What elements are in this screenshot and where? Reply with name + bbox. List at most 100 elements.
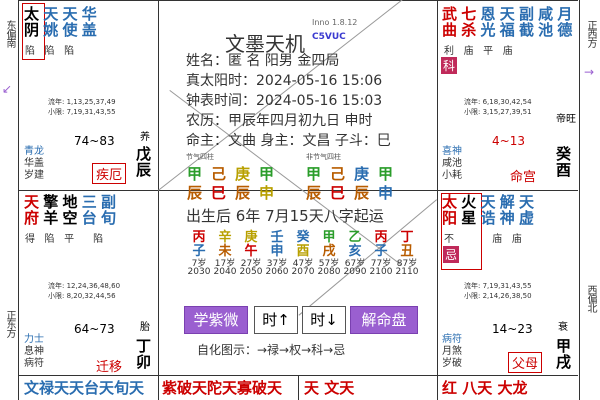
star: 擎羊 — [43, 193, 59, 227]
pillar-branch: 巳 — [330, 184, 346, 202]
minor-limits: 小限: 3,15,27,39,51 — [464, 108, 532, 116]
pillar-stem: 甲 — [378, 165, 394, 183]
age-range: 14~23 — [492, 322, 533, 336]
gods-list: 力士 息神 病符 — [24, 334, 44, 369]
pillar-stem: 甲 — [306, 165, 322, 183]
direction-label: 正东方 — [4, 310, 15, 337]
palace-stem: 戊辰 — [136, 145, 152, 179]
star: 天使 — [62, 5, 78, 39]
star: 副旬 — [100, 193, 116, 227]
gods-list: 病符 月煞 岁破 — [442, 334, 462, 369]
palace-stars-mid-right[interactable]: 太阳 火星 天诰 解神 天虚 — [442, 193, 534, 227]
pillar-branch: 辰 — [187, 184, 203, 202]
palace-stem: 甲戌 — [556, 337, 572, 371]
star: 七杀 — [461, 5, 477, 39]
age-range: 4~13 — [492, 134, 525, 148]
app-version: Inno 1.8.12 — [312, 18, 358, 27]
lunar-line: 农历：甲辰年四月初九日 申时 — [186, 113, 373, 129]
palace-name-ming[interactable]: 命宫 — [510, 166, 536, 185]
hua-badge: 忌 — [443, 246, 460, 263]
legend: 自化图示：→禄→权→科→忌 — [197, 343, 346, 357]
palace-name-fu[interactable]: 父母 — [508, 352, 543, 373]
dayun-year: 2030 — [187, 267, 211, 277]
dayun-year: 2060 — [265, 267, 289, 277]
pillar-stem: 庚 — [354, 165, 370, 183]
dayun-year: 2110 — [395, 267, 419, 277]
pillar-stem: 甲 — [187, 165, 203, 183]
changsheng: 衰 — [558, 322, 568, 333]
pillar-stem: 甲 — [259, 165, 275, 183]
minor-limits: 小限: 2,14,26,38,50 — [464, 292, 532, 300]
clock-time-line: 钟表时间：2024-05-16 15:03 — [186, 93, 383, 109]
star: 天虚 — [518, 193, 534, 227]
divider — [298, 375, 299, 400]
pillar-branch: 辰 — [306, 184, 322, 202]
pillar-stem: 己 — [211, 165, 227, 183]
age-range: 64~73 — [74, 322, 115, 336]
star: 太阳 — [442, 193, 458, 227]
palace-stars-bottom[interactable]: 文禄天天台天旬天 — [24, 380, 144, 396]
direction-label: 正西方 — [585, 20, 596, 47]
pillar-header: 非节气四柱 — [306, 153, 341, 161]
star: 火星 — [461, 193, 477, 227]
star-status: 陷 陷 陷 — [25, 46, 75, 57]
palace-stars-top-right[interactable]: 武曲 七杀 恩光 天福 副截 咸池 月德 — [442, 5, 572, 39]
pillar-stem: 庚 — [235, 165, 251, 183]
dayun-year: 2080 — [317, 267, 341, 277]
star: 咸池 — [538, 5, 554, 39]
star: 太阴 — [24, 5, 40, 39]
star: 天姚 — [43, 5, 59, 39]
dayun-year: 2070 — [291, 267, 315, 277]
star: 副截 — [518, 5, 534, 39]
palace-stars-bottom[interactable]: 紫破天陀天寡破天 — [162, 380, 282, 396]
palace-name-qian[interactable]: 迁移 — [96, 356, 122, 375]
changsheng: 养 — [140, 132, 150, 143]
flow-years: 流年: 6,18,30,42,54 — [464, 98, 532, 106]
minor-limits: 小限: 8,20,32,44,56 — [48, 292, 116, 300]
star-status: 利 庙 平 庙 — [444, 46, 513, 57]
pillar-branch: 辰 — [354, 184, 370, 202]
star: 华盖 — [81, 5, 97, 39]
age-range: 74~83 — [74, 134, 115, 148]
star: 解神 — [499, 193, 515, 227]
gods-list: 喜神 咸池 小耗 — [442, 146, 462, 181]
star: 武曲 — [442, 5, 458, 39]
star: 地空 — [62, 193, 78, 227]
dayun-year: 2040 — [213, 267, 237, 277]
direction-label: 西偏北 — [585, 285, 596, 312]
star-status: 不 庙 庙 — [444, 234, 522, 245]
star: 天诰 — [480, 193, 496, 227]
birth-line: 出生后 6年 7月15天八字起运 — [186, 207, 384, 225]
star: 天府 — [24, 193, 40, 227]
palace-stars-mid-left[interactable]: 天府 擎羊 地空 三台 副旬 — [24, 193, 116, 227]
dayun-year: 2050 — [239, 267, 263, 277]
solar-time-line: 真太阳时：2024-05-16 15:06 — [186, 73, 383, 89]
next-hour-button[interactable]: 时↓ — [302, 306, 346, 334]
pillar-header: 节气四柱 — [186, 153, 214, 161]
star: 天福 — [499, 5, 515, 39]
dayun-year: 2090 — [343, 267, 367, 277]
flow-years: 流年: 12,24,36,48,60 — [48, 282, 121, 290]
divider — [18, 190, 578, 191]
minor-limits: 小限: 7,19,31,43,55 — [48, 108, 116, 116]
learn-button[interactable]: 学紫微 — [184, 306, 248, 334]
hua-badge: 科 — [441, 57, 458, 74]
palace-stem: 丁卯 — [136, 337, 152, 371]
palace-name-jie[interactable]: 疾厄 — [92, 163, 127, 184]
chart-page: 东偏南 正东方 正西方 西偏北 ↙ → 太阴 天姚 天使 华盖 陷 陷 陷 流年… — [0, 0, 600, 400]
chart-code: C5VUC — [312, 32, 346, 42]
dayun-year: 2100 — [369, 267, 393, 277]
pillar-branch: 申 — [378, 184, 394, 202]
palace-stars-bottom[interactable]: 天 文天 — [304, 380, 354, 396]
arrow-right-icon: → — [584, 65, 595, 79]
solve-button[interactable]: 解命盘 — [350, 306, 418, 334]
prev-hour-button[interactable]: 时↑ — [254, 306, 298, 334]
star: 三台 — [81, 193, 97, 227]
palace-stars-bottom[interactable]: 红 八天 大龙 — [442, 380, 527, 396]
palace-stars-top-left[interactable]: 太阴 天姚 天使 华盖 — [24, 5, 97, 39]
ming-line: 命主：文曲 身主：文昌 子斗：巳 — [186, 133, 391, 149]
pillar-branch: 巳 — [211, 184, 227, 202]
divider — [18, 0, 578, 1]
star: 恩光 — [480, 5, 496, 39]
pillar-branch: 申 — [259, 184, 275, 202]
